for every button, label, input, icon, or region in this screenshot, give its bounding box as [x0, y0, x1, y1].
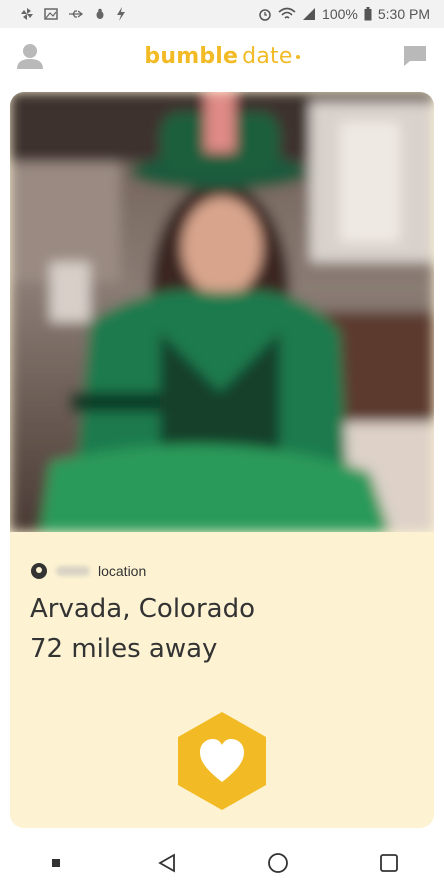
status-right: 100% 5:30 PM	[258, 6, 430, 22]
system-nav-bar	[0, 838, 444, 888]
menu-dot-button[interactable]	[34, 841, 78, 885]
menu-dot-icon	[51, 859, 60, 867]
logo-word-date: date	[242, 43, 293, 69]
image-icon	[44, 8, 58, 20]
recents-button[interactable]	[367, 841, 411, 885]
home-button[interactable]	[256, 841, 300, 885]
alarm-icon	[259, 9, 271, 21]
chat-icon[interactable]	[402, 44, 428, 68]
back-button[interactable]	[145, 841, 189, 885]
bug-icon	[96, 8, 104, 19]
recents-icon	[379, 854, 398, 872]
logo-word-bumble: bumble	[144, 43, 239, 69]
blurred-photo	[10, 92, 434, 532]
battery-icon	[364, 7, 372, 21]
status-bar: 100% 5:30 PM	[0, 0, 444, 28]
like-button[interactable]	[174, 710, 270, 812]
profile-photo	[10, 92, 434, 532]
pinwheel-icon	[21, 8, 33, 20]
profile-info: location Arvada, Colorado 72 miles away	[10, 532, 434, 828]
logo-dot	[295, 54, 300, 59]
battery-percent: 100%	[322, 6, 358, 22]
city-name: Arvada, Colorado	[30, 594, 255, 624]
clock-time: 5:30 PM	[377, 6, 430, 22]
bolt-icon	[117, 7, 125, 21]
status-left-icons	[20, 7, 126, 21]
profile-card[interactable]: location Arvada, Colorado 72 miles away	[10, 92, 434, 828]
location-pin-icon	[31, 563, 47, 579]
home-icon	[267, 853, 288, 873]
app-header: bumble date	[0, 28, 444, 84]
usb-icon	[69, 10, 84, 18]
signal-icon	[303, 8, 316, 20]
location-label: location	[98, 563, 147, 579]
app-logo: bumble date	[144, 43, 300, 69]
distance-text: 72 miles away	[30, 634, 218, 664]
blurred-word	[56, 566, 90, 576]
location-row: location	[30, 562, 146, 580]
wifi-icon	[278, 7, 296, 19]
back-icon	[157, 853, 175, 873]
profile-icon[interactable]	[14, 40, 46, 72]
